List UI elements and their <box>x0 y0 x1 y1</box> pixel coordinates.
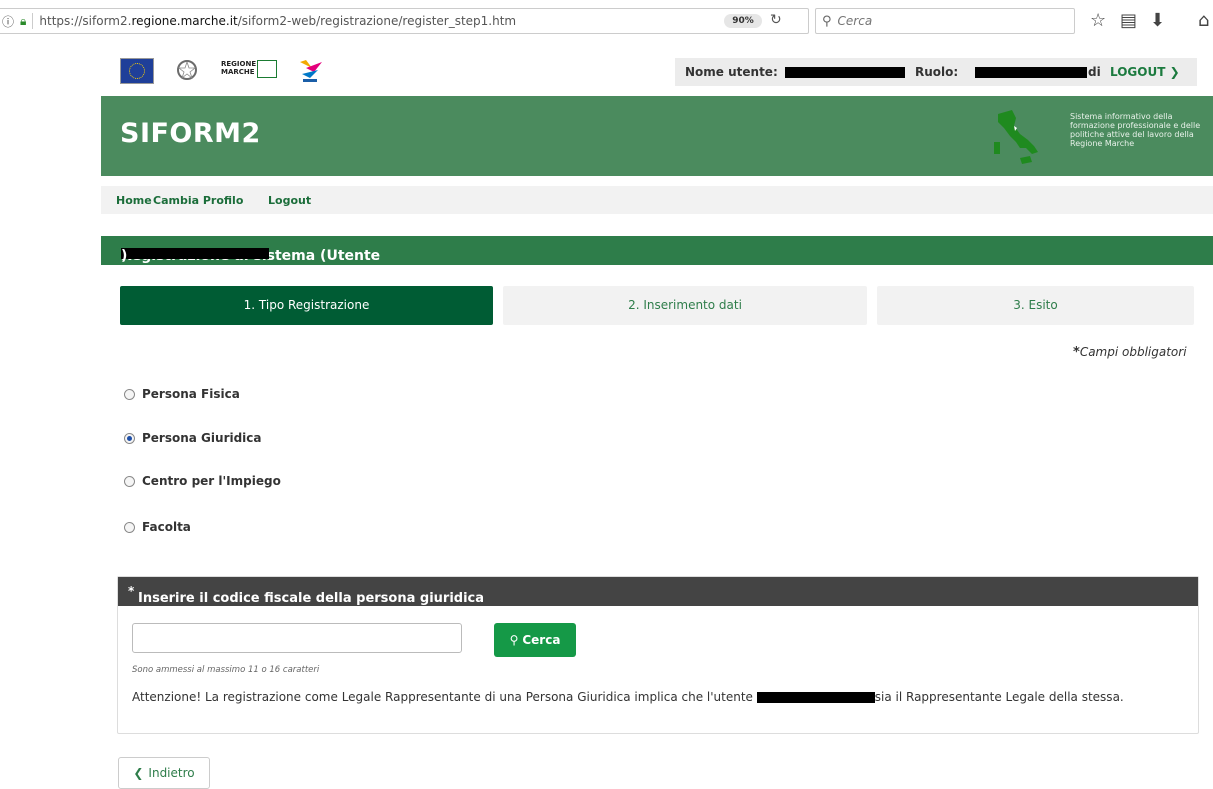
radio-button[interactable] <box>124 475 135 487</box>
nav-cambia-profilo[interactable]: Cambia Profilo <box>153 194 243 207</box>
redacted-username <box>785 67 905 78</box>
italy-map-icon <box>994 110 1038 164</box>
app-banner: SIFORM2 Sistema informativo della formaz… <box>101 96 1213 176</box>
chevron-left-icon: ❮ <box>133 766 144 780</box>
zoom-indicator[interactable]: 90% <box>724 14 762 28</box>
reading-list-icon[interactable]: ▤ <box>1120 10 1137 31</box>
download-icon[interactable]: ⬇ <box>1150 10 1165 31</box>
regione-marche-logo: REGIONE MARCHE <box>221 60 277 78</box>
fse-logo <box>300 60 322 82</box>
search-icon: ⚲ <box>822 13 832 29</box>
input-hint: Sono ammessi al massimo 11 o 16 caratter… <box>132 665 320 675</box>
radio-centro-impiego[interactable]: Centro per l'Impiego <box>124 474 281 488</box>
radio-facolta[interactable]: Facolta <box>124 520 191 534</box>
step-inserimento-dati: 2. Inserimento dati <box>503 286 867 325</box>
redacted-username <box>756 692 875 703</box>
nav-home[interactable]: Home <box>116 194 152 207</box>
step-tipo-registrazione: 1. Tipo Registrazione <box>120 286 493 325</box>
redacted-role <box>975 67 1087 78</box>
lock-icon: 🔒︎ <box>20 13 27 28</box>
required-fields-note: *Campi obbligatori <box>1073 345 1187 360</box>
username-label: Nome utente: <box>685 65 778 79</box>
app-description: Sistema informativo della formazione pro… <box>1070 112 1201 148</box>
codice-fiscale-input[interactable] <box>132 623 462 653</box>
address-bar[interactable]: ⓘ 🔒︎ https://siform2.regione.marche.it/s… <box>0 8 809 34</box>
logout-button[interactable]: LOGOUT ❯ <box>1110 65 1180 79</box>
role-label: Ruolo: <box>915 65 959 79</box>
warning-text: Attenzione! La registrazione come Legale… <box>132 690 1124 704</box>
panel-header: Inserire il codice fiscale della persona… <box>118 577 1198 606</box>
home-icon[interactable]: ⌂ <box>1198 10 1209 31</box>
italian-emblem-logo <box>177 60 197 80</box>
bookmark-star-icon[interactable]: ☆ <box>1090 10 1106 31</box>
reload-icon[interactable]: ↻ <box>770 12 782 28</box>
codice-fiscale-panel: Inserire il codice fiscale della persona… <box>117 576 1199 734</box>
nav-logout[interactable]: Logout <box>268 194 311 207</box>
role-suffix: di <box>1088 65 1101 79</box>
main-nav: Home Cambia Profilo Logout <box>101 186 1213 214</box>
radio-button-checked[interactable] <box>124 432 135 444</box>
user-info-bar: Nome utente: Ruolo: di LOGOUT ❯ <box>675 58 1197 86</box>
search-icon: ⚲ <box>509 633 519 647</box>
url-text[interactable]: https://siform2.regione.marche.it/siform… <box>39 14 516 28</box>
radio-button[interactable] <box>124 388 135 400</box>
asterisk-icon: * <box>1073 345 1080 360</box>
info-icon[interactable]: ⓘ <box>2 13 14 30</box>
radio-persona-fisica[interactable]: Persona Fisica <box>124 387 240 401</box>
step-esito: 3. Esito <box>877 286 1194 325</box>
app-title: SIFORM2 <box>120 118 261 149</box>
radio-button[interactable] <box>124 521 135 533</box>
section-header: Registrazione al sistema (Utente ) <box>101 236 1213 265</box>
eu-flag-logo <box>120 58 154 84</box>
asterisk-icon: * <box>128 584 135 598</box>
radio-persona-giuridica[interactable]: Persona Giuridica <box>124 431 262 445</box>
browser-toolbar: ⓘ 🔒︎ https://siform2.regione.marche.it/s… <box>0 0 1213 50</box>
browser-search-box[interactable]: ⚲ <box>815 8 1075 34</box>
back-button[interactable]: ❮ Indietro <box>118 757 210 789</box>
redacted-user-name <box>121 248 269 259</box>
panel-title: Inserire il codice fiscale della persona… <box>138 591 485 606</box>
search-button[interactable]: ⚲ Cerca <box>494 623 576 657</box>
browser-search-input[interactable] <box>835 13 1060 29</box>
